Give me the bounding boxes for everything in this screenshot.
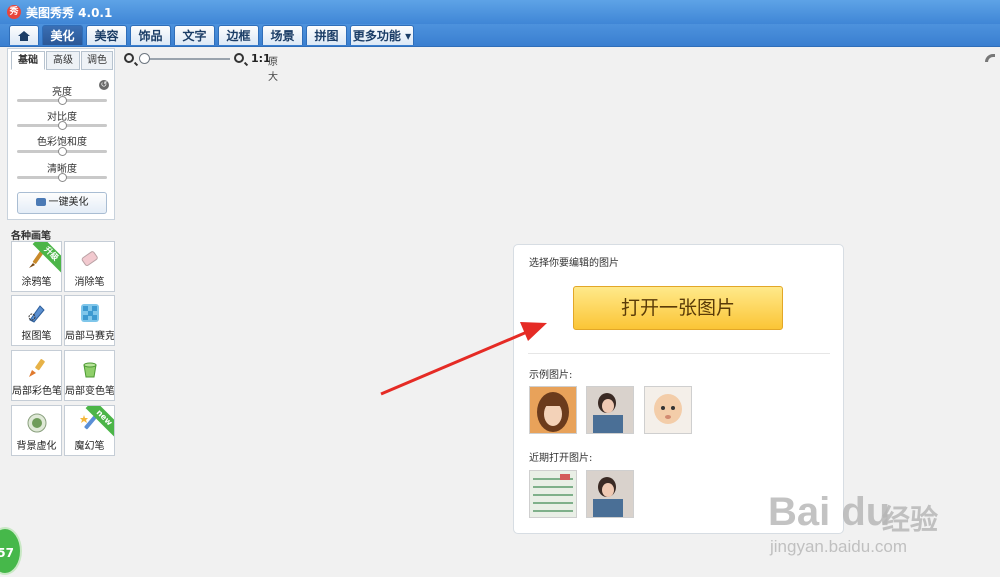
watermark-url: jingyan.baidu.com bbox=[770, 537, 908, 556]
baidu-watermark: Bai du 经验 jingyan.baidu.com bbox=[760, 480, 1000, 577]
watermark-text: 经验 bbox=[882, 503, 939, 536]
watermark-logo: Bai du bbox=[768, 490, 891, 534]
